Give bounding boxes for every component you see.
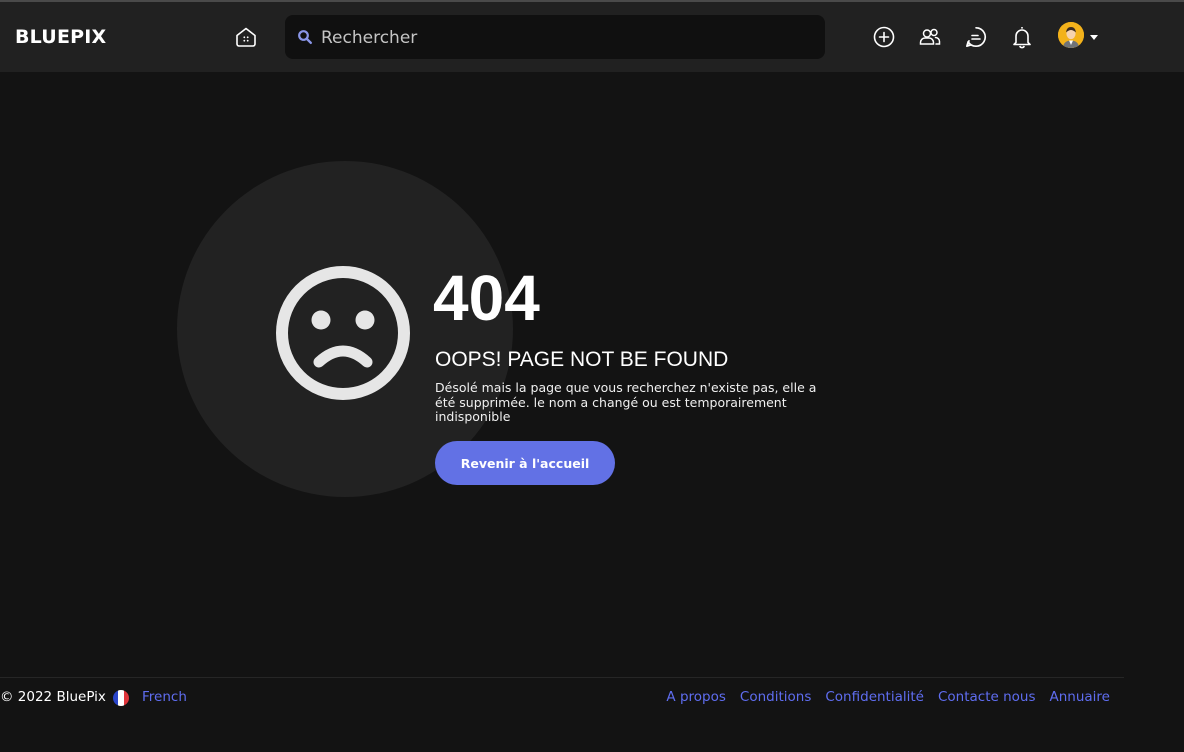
search-input[interactable] [319, 15, 813, 61]
top-navbar: BLUEPIX [0, 2, 1184, 72]
search-icon [298, 30, 313, 45]
language-selector[interactable]: French [142, 689, 187, 705]
chevron-down-icon[interactable] [1090, 35, 1098, 40]
footer-link-about[interactable]: A propos [666, 689, 725, 705]
error-message: Désolé mais la page que vous recherchez … [435, 380, 817, 424]
footer-links: A propos Conditions Confidentialité Cont… [666, 689, 1110, 705]
home-icon[interactable] [233, 24, 259, 50]
error-title: OOPS! PAGE NOT BE FOUND [435, 348, 729, 371]
search-bar [285, 15, 825, 61]
app-logo[interactable]: BLUEPIX [15, 26, 106, 48]
footer-link-terms[interactable]: Conditions [740, 689, 811, 705]
footer-link-contact[interactable]: Contacte nous [938, 689, 1036, 705]
copyright-text: © 2022 BluePix [0, 689, 106, 705]
notifications-icon[interactable] [1009, 24, 1035, 50]
sad-face-icon [275, 265, 411, 401]
footer-divider [0, 677, 1124, 678]
friends-icon[interactable] [917, 24, 943, 50]
avatar[interactable] [1058, 22, 1084, 48]
error-code: 404 [433, 262, 540, 334]
footer-link-privacy[interactable]: Confidentialité [825, 689, 924, 705]
add-circle-icon[interactable] [871, 24, 897, 50]
messages-icon[interactable] [963, 24, 989, 50]
back-home-button[interactable]: Revenir à l'accueil [435, 441, 615, 485]
footer-link-directory[interactable]: Annuaire [1050, 689, 1111, 705]
french-flag-icon [113, 690, 129, 706]
